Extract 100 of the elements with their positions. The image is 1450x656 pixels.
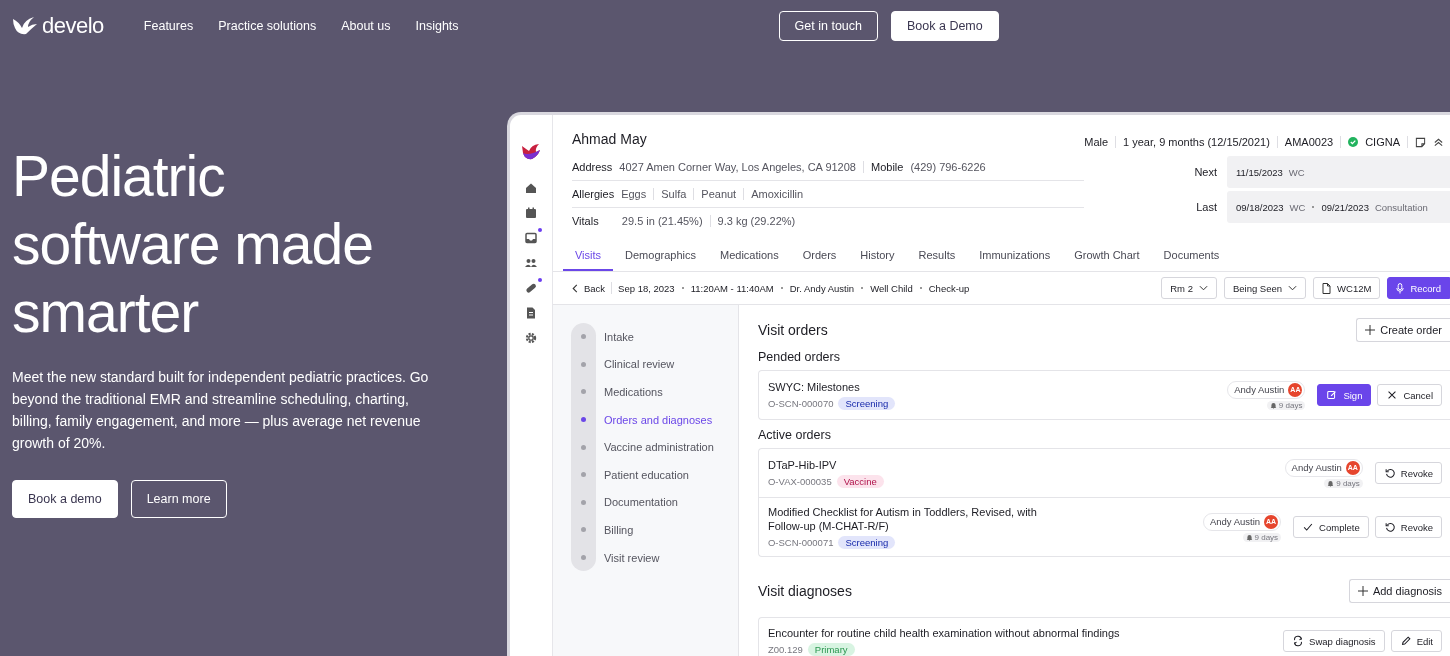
group-title: Active orders [757, 428, 832, 442]
step-item[interactable]: Visit review [570, 543, 738, 572]
nav-button[interactable]: Book a Demo [891, 11, 999, 41]
plus-icon [1357, 586, 1368, 596]
revoke-button[interactable]: Revoke [1374, 516, 1442, 538]
patient-detail: Male [1084, 136, 1109, 148]
vital-value: 9.3 kg (29.22%) [717, 215, 796, 227]
visit-info: Sep 18, 2023 [618, 282, 675, 294]
complete-button[interactable]: Complete [1293, 516, 1369, 538]
category-tag: Screening [838, 397, 896, 410]
chevron-down-icon [1198, 285, 1208, 291]
nav-link[interactable]: Insights [415, 19, 459, 33]
tab[interactable]: Documents [1151, 240, 1232, 271]
hero-button[interactable]: Learn more [130, 480, 227, 518]
age-chip: 9 days [1242, 532, 1282, 542]
visit-info: Check-up [928, 282, 970, 294]
back-button[interactable]: Back [570, 282, 606, 294]
step-item[interactable]: Medications [570, 378, 738, 406]
section-title: Visit orders [757, 322, 828, 338]
bell-icon [1269, 401, 1277, 409]
edit-button[interactable]: Edit [1390, 630, 1442, 652]
visit-type: WC [1289, 201, 1306, 213]
chevron-left-icon [570, 283, 579, 293]
nav-link[interactable]: Features [143, 19, 194, 33]
sign-button[interactable]: Sign [1317, 384, 1372, 406]
gear-icon[interactable] [523, 331, 538, 345]
tab[interactable]: Demographics [613, 240, 708, 271]
diagnosis-title: Encounter for routine child health examination without abnormal findings [767, 626, 1121, 640]
undo-arrow-icon [1383, 521, 1396, 533]
address-value: 4027 Amen Corner Way, Los Angeles, CA 91208 [619, 161, 856, 173]
tab[interactable]: Visits [562, 240, 614, 271]
step-item[interactable]: Orders and diagnoses [570, 405, 738, 434]
hero-text: Meet the new standard built for independent pediatric practices. Go beyond the traditional EMR and streamline scheduling, charting, billing, family engagement, and more — plus average net revenue growth of 20%. [12, 368, 430, 453]
patient-detail: AMA0023 [1284, 136, 1334, 148]
undo-arrow-icon [1383, 467, 1396, 479]
visit-info: Dr. Andy Austin [789, 282, 855, 294]
nav-link[interactable]: Practice solutions [218, 19, 317, 33]
tab[interactable]: Immunizations [967, 240, 1063, 271]
tab[interactable]: Results [906, 240, 968, 271]
collapse-icon[interactable] [1433, 136, 1444, 148]
field-label: Vitals [571, 215, 599, 227]
allergy-item: Sulfa [661, 188, 687, 200]
microphone-icon [1396, 282, 1405, 294]
tab[interactable]: Growth Chart [1062, 240, 1152, 271]
bell-icon [1327, 479, 1335, 487]
tab[interactable]: Medications [708, 240, 791, 271]
age-chip: 9 days [1324, 478, 1363, 488]
dropdown[interactable]: Being Seen [1223, 277, 1307, 299]
field-label: Mobile [871, 161, 904, 173]
patient-name: Ahmad May [571, 131, 648, 147]
tab[interactable]: Orders [790, 240, 849, 271]
form-button[interactable]: WC12M [1313, 277, 1381, 299]
chevron-down-icon [1288, 285, 1298, 291]
diagnosis-code: Z00.129 [767, 644, 803, 655]
app-logo-icon [520, 143, 541, 161]
visit-label: Next [1194, 166, 1217, 178]
patient-detail: 1 year, 9 months (12/15/2021) [1123, 136, 1270, 148]
allergy-item: Amoxicillin [751, 188, 804, 200]
people-icon[interactable] [523, 256, 538, 270]
tab[interactable]: History [848, 240, 907, 271]
record-button[interactable]: Record [1387, 277, 1450, 299]
step-item[interactable]: Clinical review [570, 350, 738, 379]
step-item[interactable]: Documentation [570, 488, 738, 517]
step-item[interactable]: Intake [570, 323, 738, 351]
revoke-button[interactable]: Revoke [1374, 462, 1442, 484]
order-code: O-SCN-000070 [767, 398, 834, 409]
order-title: SWYC: Milestones [767, 380, 861, 394]
nav-link[interactable]: About us [341, 19, 391, 33]
category-tag: Screening [838, 536, 896, 549]
note-icon[interactable] [1415, 136, 1426, 148]
nav-button[interactable]: Get in touch [778, 11, 878, 41]
order-title: DTaP-Hib-IPV [767, 458, 838, 472]
bell-icon [1245, 533, 1253, 541]
allergy-item: Eggs [621, 188, 647, 200]
group-title: Pended orders [757, 350, 841, 364]
step-item[interactable]: Vaccine administration [570, 433, 738, 461]
add-diagnosis-button[interactable]: Add diagnosis [1348, 579, 1450, 603]
visit-date: 11/15/2023 [1236, 166, 1283, 178]
hero-button[interactable]: Book a demo [12, 480, 118, 518]
home-icon[interactable] [523, 181, 538, 195]
cancel-button[interactable]: Cancel [1377, 384, 1442, 406]
visit-label: Last [1196, 201, 1217, 213]
swap-arrows-icon [1292, 635, 1305, 647]
hero-title: Pediatric software made smarter [12, 143, 374, 346]
visit-date: 09/18/2023 [1236, 201, 1284, 213]
visit-info: 11:20AM - 11:40AM [690, 282, 774, 294]
phone-value: (429) 796-6226 [910, 161, 986, 173]
step-item[interactable]: Billing [570, 516, 738, 544]
dropdown[interactable]: Rm 2 [1161, 277, 1217, 299]
step-item[interactable]: Patient education [570, 460, 738, 489]
check-icon [1302, 521, 1315, 533]
create-order-button[interactable]: Create order [1356, 318, 1450, 342]
age-chip: 9 days [1266, 400, 1306, 410]
calendar-icon[interactable] [523, 206, 538, 220]
swap-button[interactable]: Swap diagnosis [1283, 630, 1385, 652]
visit-info: Well Child [870, 282, 913, 294]
insurance-name: CIGNA [1365, 136, 1400, 148]
pencil-icon [1399, 635, 1412, 647]
visit-type: Consultation [1374, 201, 1428, 213]
vital-value: 29.5 in (21.45%) [621, 215, 703, 227]
